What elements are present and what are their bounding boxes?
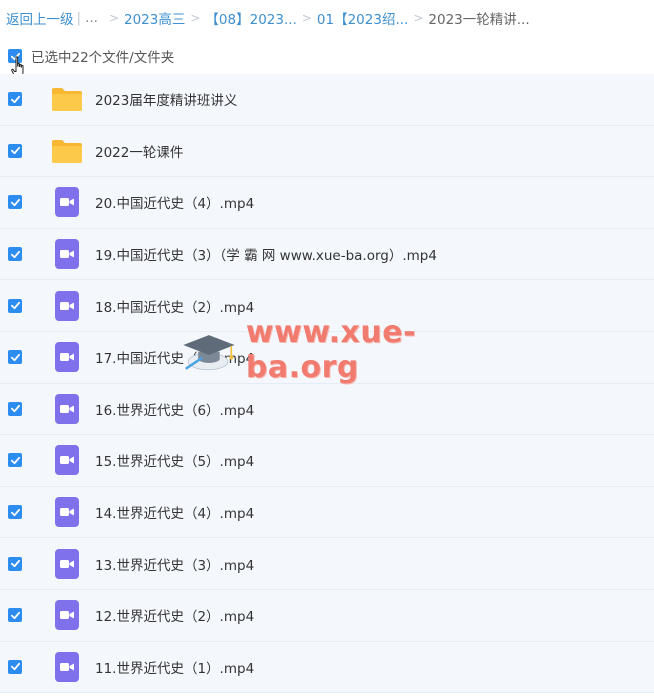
video-file-icon: [51, 651, 83, 683]
file-name[interactable]: 19.中国近代史（3）（学 霸 网 www.xue-ba.org）.mp4: [95, 244, 437, 264]
check-icon: [10, 95, 20, 103]
file-row[interactable]: 16.世界近代史（6）.mp4: [0, 383, 654, 436]
file-row[interactable]: 2023届年度精讲班讲义: [0, 74, 654, 126]
video-file-icon: [51, 290, 83, 322]
row-checkbox[interactable]: [8, 350, 22, 365]
file-name[interactable]: 20.中国近代史（4）.mp4: [95, 192, 254, 212]
file-row[interactable]: 15.世界近代史（5）.mp4: [0, 435, 654, 487]
row-checkbox[interactable]: [8, 92, 22, 107]
breadcrumb-divider: |: [76, 10, 82, 26]
check-icon: [10, 353, 20, 361]
selection-bar: 已选中22个文件/文件夹: [0, 40, 654, 72]
row-checkbox[interactable]: [8, 247, 22, 262]
file-name[interactable]: 18.中国近代史（2）.mp4: [95, 296, 254, 316]
row-checkbox[interactable]: [8, 556, 22, 571]
row-checkbox[interactable]: [8, 143, 22, 158]
check-icon: [10, 456, 20, 465]
check-icon: [10, 250, 20, 258]
breadcrumb-ellipsis[interactable]: ...: [85, 10, 98, 26]
row-checkbox[interactable]: [8, 453, 22, 468]
file-row[interactable]: 18.中国近代史（2）.mp4: [0, 280, 654, 332]
row-checkbox[interactable]: [8, 298, 22, 313]
file-name[interactable]: 17.中国近代史（1）.mp4: [95, 347, 254, 367]
file-row[interactable]: 14.世界近代史（4）.mp4: [0, 486, 654, 539]
chevron-right-icon: >: [301, 11, 312, 25]
file-name[interactable]: 2022一轮课件: [95, 141, 183, 161]
check-icon: [10, 663, 20, 671]
check-icon: [10, 611, 20, 619]
file-row[interactable]: 12.世界近代史（2）.mp4: [0, 589, 654, 642]
chevron-right-icon: >: [413, 11, 424, 25]
breadcrumb-current: 2023一轮精讲...: [428, 12, 530, 28]
chevron-right-icon: >: [108, 11, 119, 25]
file-list: 2023届年度精讲班讲义 2022一轮课件 20.中国近代史（4）.mp4 19.中国…: [0, 74, 654, 694]
video-file-icon: [51, 496, 83, 528]
file-name[interactable]: 11.世界近代史（1）.mp4: [95, 657, 254, 677]
selection-count-text: 已选中22个文件/文件夹: [31, 50, 175, 66]
file-name[interactable]: 2023届年度精讲班讲义: [95, 89, 237, 109]
file-row[interactable]: 19.中国近代史（3）（学 霸 网 www.xue-ba.org）.mp4: [0, 228, 654, 281]
file-name[interactable]: 14.世界近代史（4）.mp4: [95, 502, 254, 522]
file-row[interactable]: 2022一轮课件: [0, 125, 654, 178]
video-file-icon: [51, 238, 83, 270]
check-icon: [10, 302, 20, 310]
video-file-icon: [51, 548, 83, 580]
chevron-right-icon: >: [190, 11, 201, 25]
video-file-icon: [51, 186, 83, 218]
breadcrumb-item[interactable]: 【08】2023...: [205, 8, 296, 28]
row-checkbox[interactable]: [8, 401, 22, 416]
video-file-icon: [51, 444, 83, 476]
folder-icon: [51, 135, 83, 167]
check-icon: [10, 508, 20, 516]
row-checkbox[interactable]: [8, 505, 22, 520]
video-file-icon: [51, 599, 83, 631]
file-name[interactable]: 13.世界近代史（3）.mp4: [95, 554, 254, 574]
row-checkbox[interactable]: [8, 608, 22, 623]
check-icon: [10, 147, 20, 155]
file-row[interactable]: 20.中国近代史（4）.mp4: [0, 177, 654, 229]
video-file-icon: [51, 341, 83, 373]
file-name[interactable]: 12.世界近代史（2）.mp4: [95, 605, 254, 625]
back-link[interactable]: 返回上一级: [6, 8, 74, 28]
file-row[interactable]: 17.中国近代史（1）.mp4: [0, 331, 654, 384]
check-icon: [10, 405, 20, 413]
folder-icon: [51, 83, 83, 115]
check-icon: [10, 198, 20, 207]
file-row[interactable]: 11.世界近代史（1）.mp4: [0, 641, 654, 694]
file-row[interactable]: 13.世界近代史（3）.mp4: [0, 538, 654, 590]
breadcrumb: 返回上一级 | ... > 2023高三 > 【08】2023... > 01【…: [6, 6, 654, 30]
file-name[interactable]: 15.世界近代史（5）.mp4: [95, 450, 254, 470]
file-name[interactable]: 16.世界近代史（6）.mp4: [95, 399, 254, 419]
video-file-icon: [51, 393, 83, 425]
row-checkbox[interactable]: [8, 195, 22, 210]
check-icon: [10, 560, 20, 568]
breadcrumb-item[interactable]: 01【2023绍...: [317, 8, 408, 28]
breadcrumb-item[interactable]: 2023高三: [124, 8, 185, 28]
row-checkbox[interactable]: [8, 659, 22, 674]
